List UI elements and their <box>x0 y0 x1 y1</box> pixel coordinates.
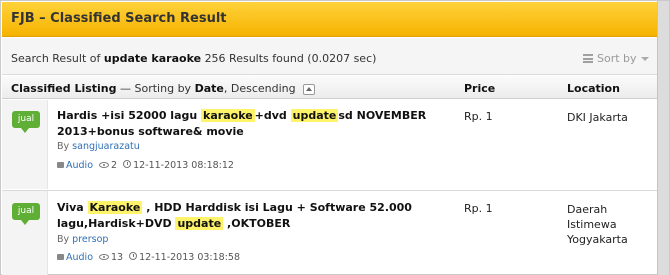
listing-badge-column: jual <box>2 100 48 189</box>
listing-column-header: Classified Listing — Sorting by Date, De… <box>2 76 658 99</box>
listing-date: 12-11-2013 03:18:58 <box>129 252 240 263</box>
listing-price: Rp. 1 <box>464 202 493 215</box>
sort-order: Descending <box>230 82 296 95</box>
view-count: 2 <box>99 160 117 171</box>
chevron-down-icon <box>640 56 649 61</box>
highlight-keyword: karaoke <box>201 109 255 122</box>
highlight-keyword: update <box>290 109 339 122</box>
eye-icon <box>99 254 110 260</box>
panel-header: FJB – Classified Search Result <box>2 2 658 37</box>
price-column-header: Price <box>464 82 496 95</box>
listing-location: DKI Jakarta <box>567 111 628 124</box>
clock-icon <box>129 252 138 260</box>
listing-row: jual Viva Karaoke , HDD Harddisk isi Lag… <box>2 191 658 275</box>
seller-link[interactable]: sangjuarazatu <box>72 141 140 152</box>
highlight-keyword: update <box>175 217 224 230</box>
listing-price: Rp. 1 <box>464 110 493 123</box>
sort-field: Date <box>194 82 224 95</box>
list-icon <box>583 54 593 63</box>
listing-location: Daerah Istimewa Yogyakarta <box>567 203 628 246</box>
location-column-header: Location <box>567 82 620 95</box>
listing-date: 12-11-2013 08:18:12 <box>123 160 234 171</box>
listing-badge-column: jual <box>2 191 48 275</box>
listing-title-link[interactable]: Viva Karaoke , HDD Harddisk isi Lagu + S… <box>57 200 452 232</box>
tag-icon <box>57 162 64 168</box>
listing-row: jual Hardis +isi 52000 lagu karaoke +dvd … <box>2 100 658 189</box>
listing-header-label: Classified Listing <box>11 82 117 95</box>
search-summary-bar: Search Result of update karaoke 256 Resu… <box>2 38 658 75</box>
highlight-keyword: Karaoke <box>87 201 143 214</box>
seller-line: By sangjuarazatu <box>57 141 140 152</box>
listing-header: Classified Listing — Sorting by Date, De… <box>11 82 316 95</box>
sorting-text: — Sorting by <box>120 82 192 95</box>
tag-icon <box>57 254 64 260</box>
clock-icon <box>123 160 132 168</box>
seller-line: By prersop <box>57 234 109 245</box>
jual-badge: jual <box>12 111 40 133</box>
search-summary-prefix: Search Result of <box>11 52 101 65</box>
seller-link[interactable]: prersop <box>72 234 108 245</box>
sort-by-label: Sort by <box>597 52 637 65</box>
sort-order-toggle-icon[interactable] <box>303 83 316 95</box>
category-link[interactable]: Audio <box>57 252 93 263</box>
search-query: update karaoke <box>103 52 202 65</box>
results-count: 256 Results found (0.0207 sec) <box>204 52 377 65</box>
panel-title: FJB – Classified Search Result <box>11 11 227 26</box>
listing-meta: Audio 2 12-11-2013 08:18:12 <box>57 160 234 171</box>
eye-icon <box>99 162 110 168</box>
jual-badge: jual <box>12 203 40 225</box>
sort-by-dropdown[interactable]: Sort by <box>583 52 649 65</box>
category-link[interactable]: Audio <box>57 160 93 171</box>
view-count: 13 <box>99 252 123 263</box>
classified-search-panel: FJB – Classified Search Result Search Re… <box>0 0 670 275</box>
listing-title-link[interactable]: Hardis +isi 52000 lagu karaoke +dvd updat… <box>57 108 452 140</box>
search-summary: Search Result of update karaoke 256 Resu… <box>11 52 376 65</box>
listing-meta: Audio 13 12-11-2013 03:18:58 <box>57 252 240 263</box>
right-edge-shade <box>657 1 669 275</box>
